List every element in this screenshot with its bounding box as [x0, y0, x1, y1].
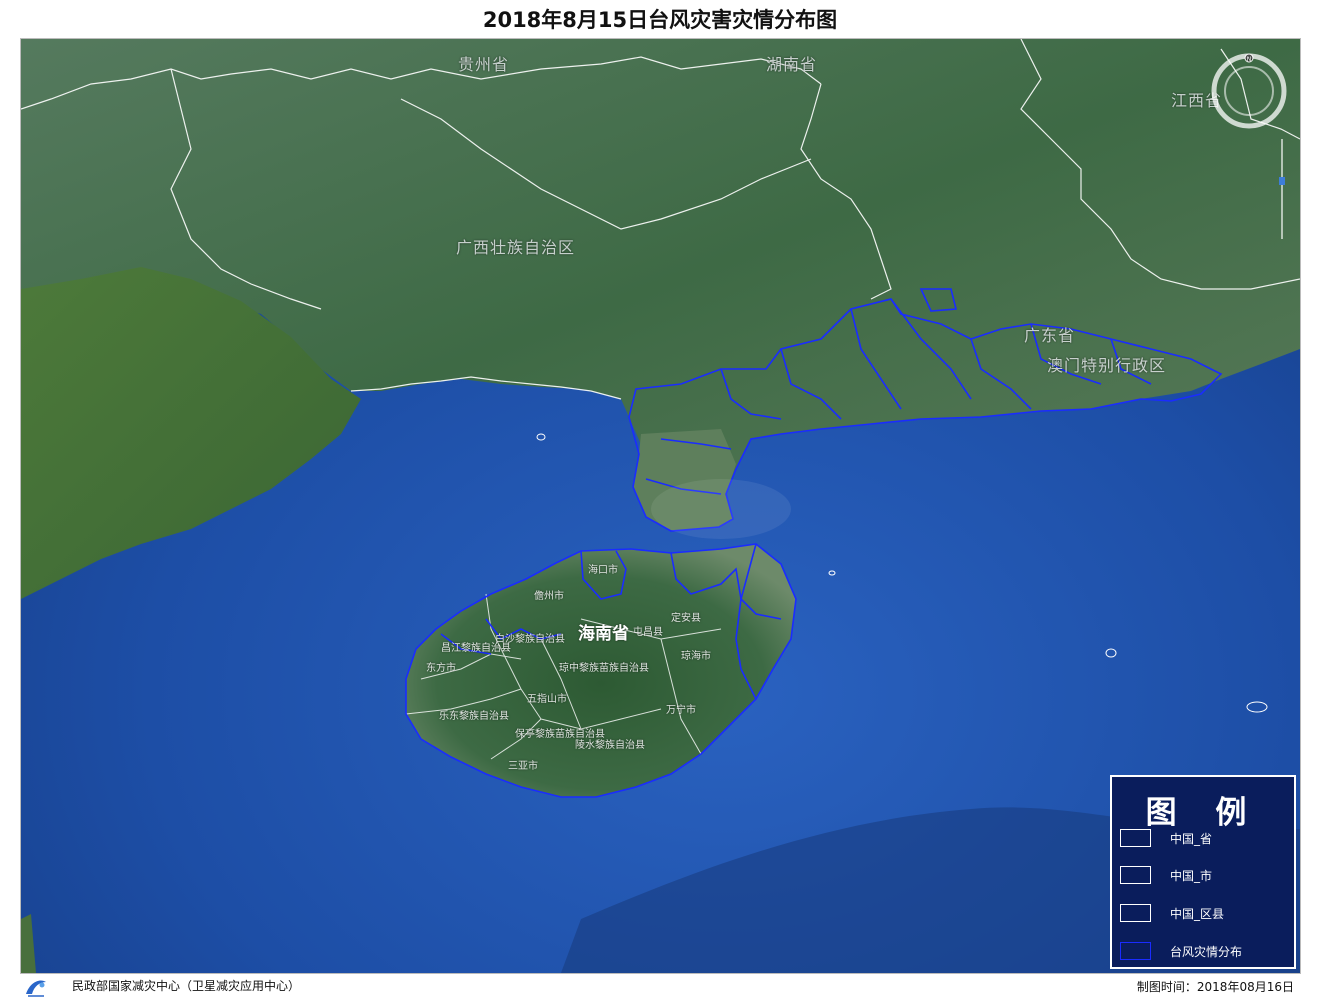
legend-label-county: 中国_区县 [1170, 907, 1225, 921]
label-ledong: 乐东黎族自治县 [439, 711, 509, 722]
label-guizhou: 贵州省 [458, 55, 510, 74]
legend-item-county: 中国_区县 [1120, 902, 1290, 924]
label-dongfang: 东方市 [426, 663, 456, 674]
label-wanning: 万宁市 [666, 705, 696, 716]
legend-swatch-typhoon [1120, 942, 1151, 960]
footer-agency: 民政部国家减灾中心（卫星减灾应用中心） [72, 979, 301, 993]
legend-item-typhoon: 台风灾情分布 [1120, 940, 1290, 962]
svg-text:N: N [1247, 56, 1252, 63]
map-title: 2018年8月15日台风灾害灾情分布图 [482, 8, 838, 32]
legend-swatch-province [1120, 829, 1151, 847]
label-lingshui: 陵水黎族自治县 [575, 740, 645, 751]
cloud-haze [651, 479, 791, 539]
legend-item-province: 中国_省 [1120, 827, 1290, 849]
footer-date: 制图时间：2018年08月16日 [1136, 980, 1294, 994]
label-haikou: 海口市 [588, 565, 618, 576]
label-qionghai: 琼海市 [681, 651, 711, 662]
legend-item-city: 中国_市 [1120, 864, 1290, 886]
legend-swatch-city [1120, 866, 1151, 884]
compass-icon[interactable]: N [1211, 53, 1287, 129]
label-qiongzhong: 琼中黎族苗族自治县 [559, 663, 649, 674]
label-sar: 澳门特别行政区 [1047, 356, 1167, 375]
legend-label-city: 中国_市 [1170, 869, 1213, 883]
map-canvas[interactable] [21, 39, 1300, 973]
label-guangxi: 广西壮族自治区 [456, 238, 576, 257]
legend-label-province: 中国_省 [1170, 832, 1213, 846]
legend-title: 图 例 [1145, 795, 1261, 831]
legend-label-typhoon: 台风灾情分布 [1170, 945, 1243, 959]
label-tunchang: 屯昌县 [633, 627, 663, 638]
label-hunan: 湖南省 [766, 55, 818, 74]
label-hainan: 海南省 [578, 624, 629, 644]
label-dingan: 定安县 [671, 613, 701, 624]
zoom-slider-icon[interactable] [1279, 139, 1285, 239]
label-wuzhishan: 五指山市 [527, 694, 567, 705]
label-guangdong: 广东省 [1024, 326, 1076, 345]
map-legend: 图 例 中国_省 中国_市 中国_区县 台风灾情分布 [1110, 775, 1296, 969]
agency-logo-icon [26, 980, 46, 997]
legend-swatch-county [1120, 904, 1151, 922]
satellite-map[interactable]: 贵州省 湖南省 江西省 广西壮族自治区 广东省 澳门特别行政区 海南省 海口市 … [20, 38, 1301, 974]
label-sanya: 三亚市 [508, 761, 538, 772]
label-danzhou: 儋州市 [534, 591, 564, 602]
label-changjiang: 昌江黎族自治县 [441, 643, 511, 654]
